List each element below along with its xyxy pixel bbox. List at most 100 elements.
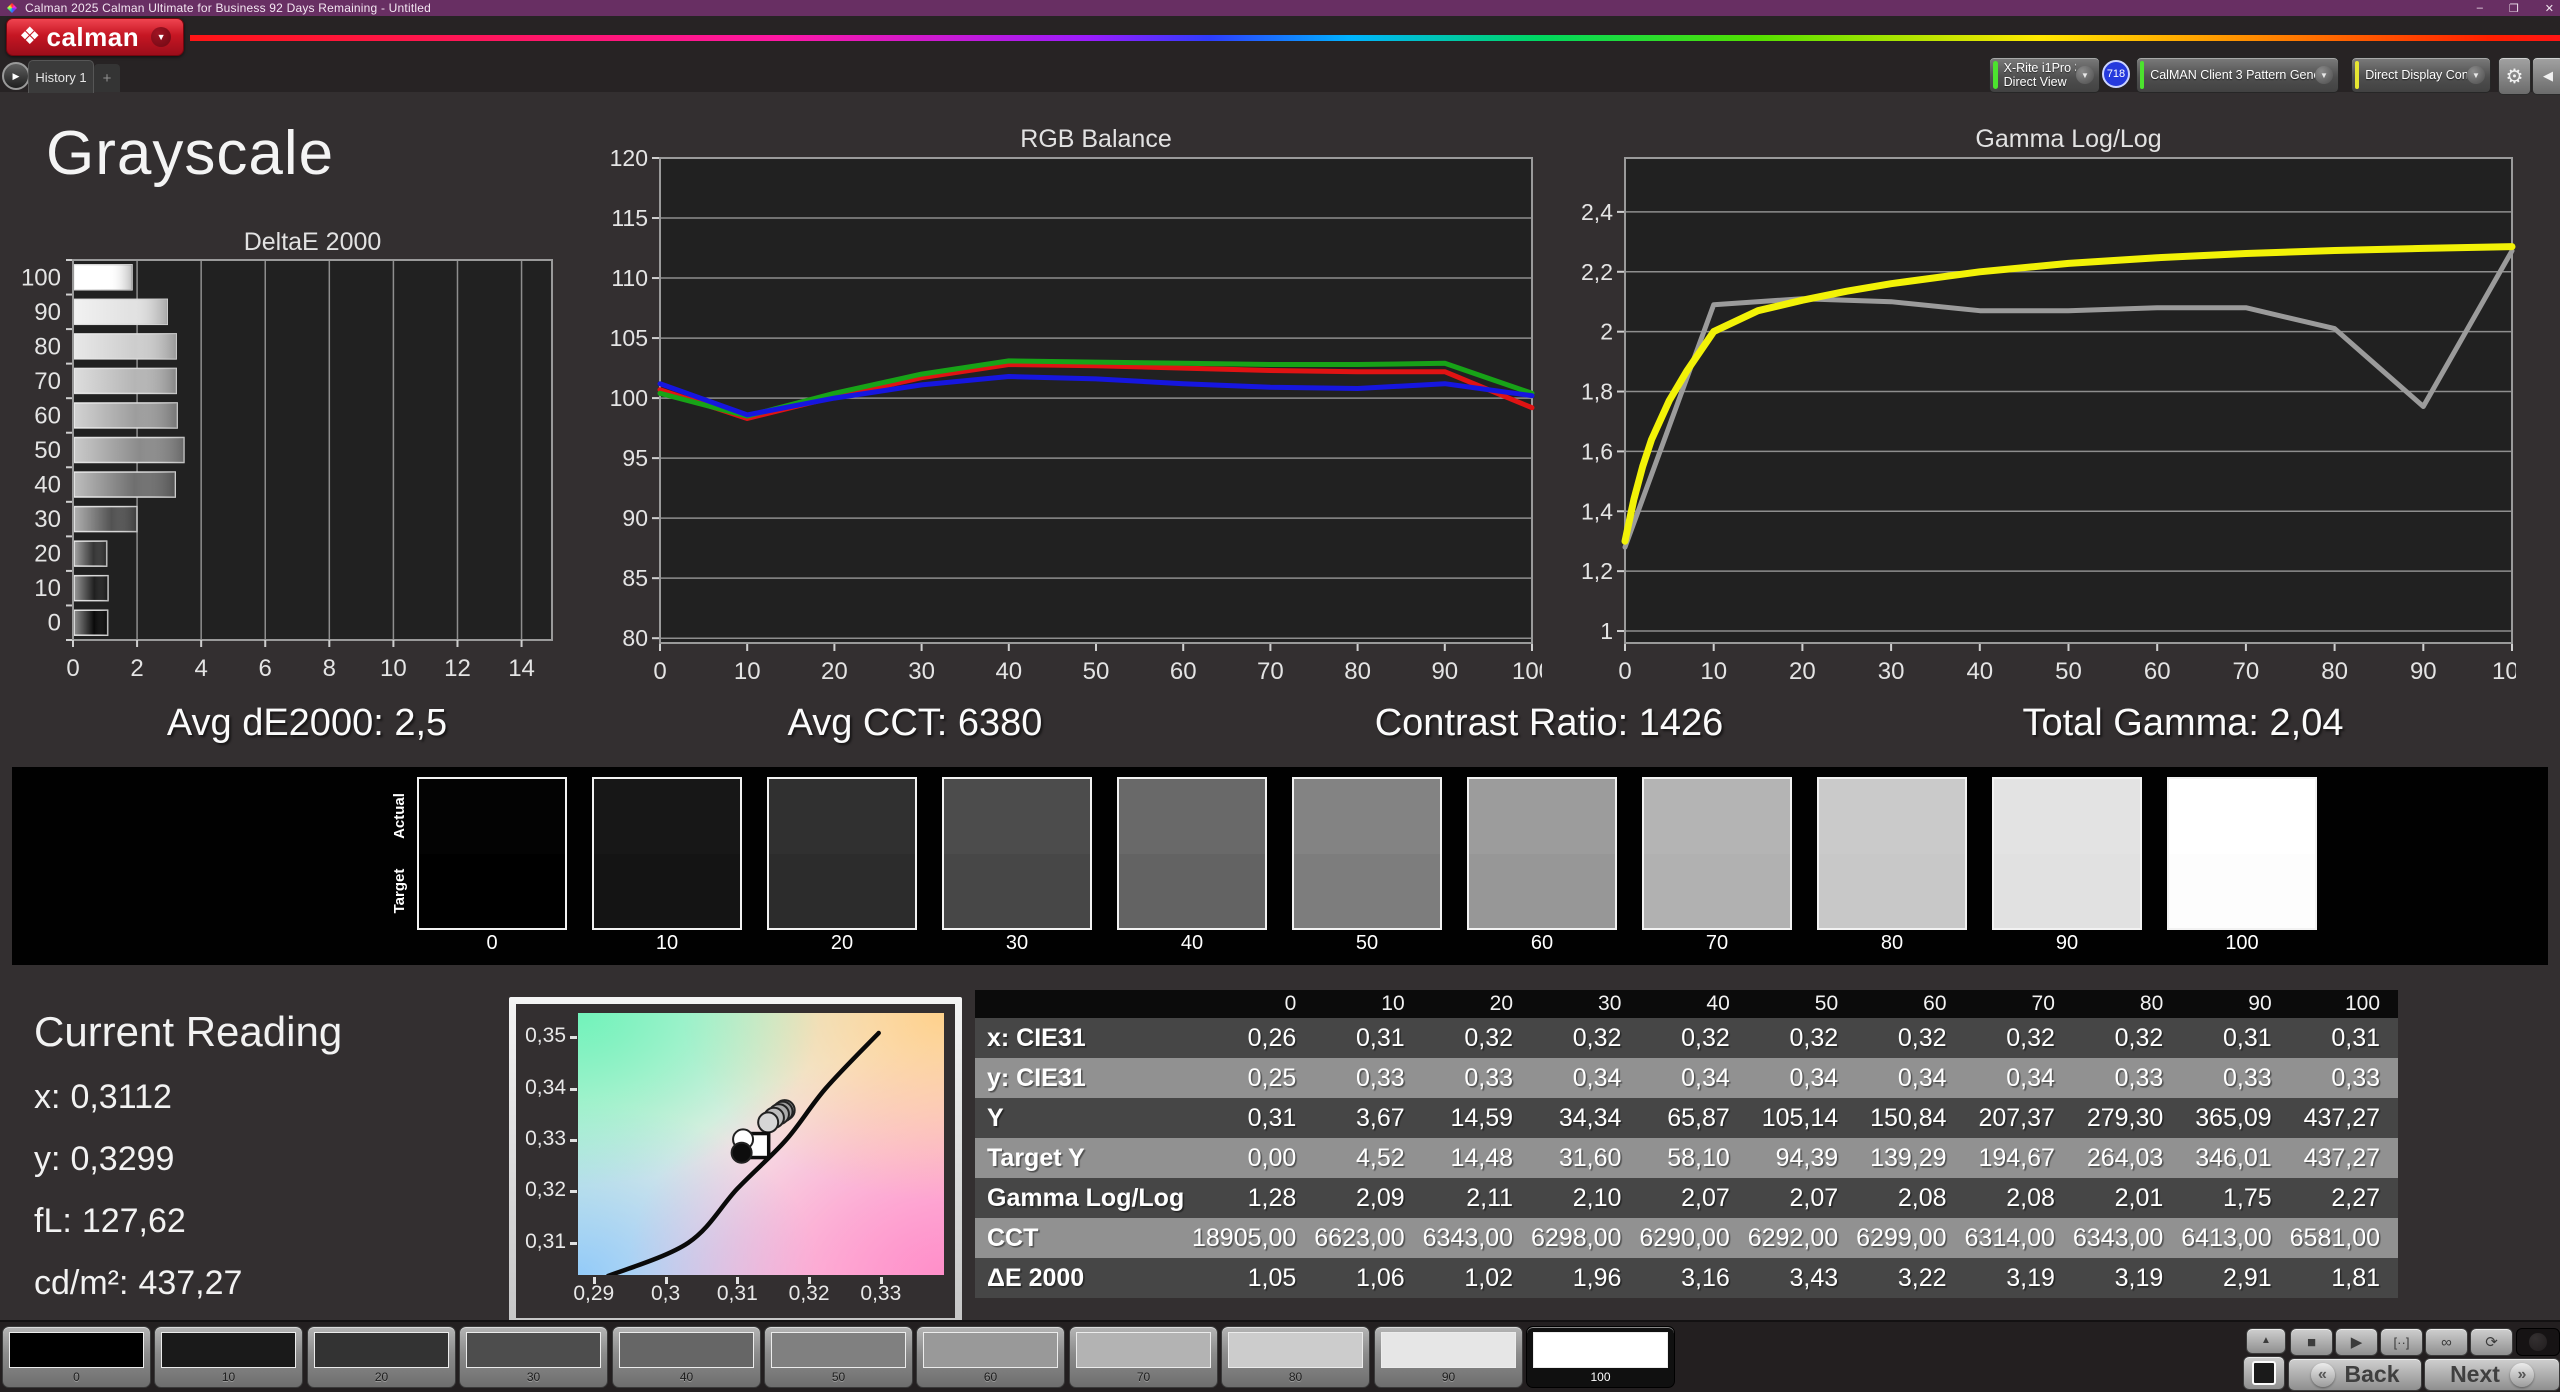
pattern-button-90[interactable]: 90 [1374, 1326, 1523, 1388]
swatch-level-label: 80 [1880, 932, 1904, 954]
table-cell: 0,32 [1897, 1023, 1947, 1052]
pattern-button-30[interactable]: 30 [459, 1326, 608, 1388]
display-control-dropdown[interactable]: Direct Display Control ▼ [2351, 57, 2491, 93]
chevron-down-icon[interactable]: ▼ [2467, 66, 2485, 84]
svg-text:30: 30 [908, 658, 935, 685]
pattern-button-60[interactable]: 60 [916, 1326, 1065, 1388]
meter-badge[interactable]: 718 [2102, 60, 2130, 88]
cie-x-tick-label: 0,3 [650, 1282, 681, 1305]
table-row: Target Y 0,00 4,52 14,48 31,60 58,10 94,39 139,… [975, 1138, 2399, 1178]
add-tab-button[interactable]: + [94, 64, 120, 92]
calman-menu-button[interactable]: ❖ calman ▼ [6, 18, 184, 56]
pattern-generator-dropdown[interactable]: CalMAN Client 3 Pattern Generator ▼ [2136, 57, 2339, 93]
table-cell: 14,48 [1450, 1143, 1514, 1172]
pattern-window-button[interactable] [2243, 1356, 2285, 1390]
table-cell: 0,34 [1789, 1063, 1839, 1092]
table-cell: 207,37 [1978, 1103, 2055, 1132]
table-cell: 0,00 [1247, 1143, 1297, 1172]
pattern-button-40[interactable]: 40 [612, 1326, 761, 1388]
pattern-swatch [619, 1332, 754, 1368]
table-row: y: CIE31 0,25 0,33 0,33 0,34 0,34 0,34 0,34 0,34… [975, 1058, 2399, 1098]
svg-text:10: 10 [1700, 658, 1727, 685]
svg-text:60: 60 [2144, 658, 2171, 685]
table-cell: 437,27 [2303, 1143, 2381, 1172]
table-cell: 0,31 [2222, 1023, 2272, 1052]
svg-text:40: 40 [1966, 658, 1993, 685]
range-button[interactable]: [··] [2380, 1328, 2423, 1356]
pattern-button-50[interactable]: 50 [764, 1326, 913, 1388]
minimize-button[interactable]: – [2477, 2, 2483, 14]
table-cell: 31,60 [1558, 1143, 1622, 1172]
generator-status-accent [2140, 61, 2145, 89]
pattern-button-20[interactable]: 20 [307, 1326, 456, 1388]
pattern-bottom-bar: ▲ ■ ▶ [··] ∞ ⟳ « Back Next » 0 10 20 30 40 50… [0, 1320, 2560, 1392]
table-column-header: 70 [1964, 990, 2073, 1018]
svg-text:20: 20 [1789, 658, 1816, 685]
swatch-actual [1119, 779, 1265, 854]
pattern-button-10[interactable]: 10 [154, 1326, 303, 1388]
svg-text:120: 120 [610, 145, 648, 171]
pattern-level-label: 30 [526, 1370, 541, 1384]
pattern-button-0[interactable]: 0 [2, 1326, 151, 1388]
record-button[interactable] [2516, 1328, 2560, 1356]
panel-up-button[interactable]: ▲ [2246, 1328, 2286, 1354]
maximize-button[interactable]: ❐ [2509, 2, 2519, 15]
table-row-label: ΔE 2000 [987, 1263, 1085, 1292]
table-cell: 6299,00 [1856, 1223, 1947, 1252]
settings-button[interactable]: ⚙ [2498, 57, 2531, 95]
back-button[interactable]: « Back [2288, 1358, 2422, 1391]
table-cell: 0,32 [2114, 1023, 2164, 1052]
svg-text:20: 20 [34, 541, 61, 568]
collapse-panel-button[interactable]: ◀ [2532, 57, 2560, 95]
table-cell: 0,34 [1572, 1063, 1622, 1092]
window-square-icon [2252, 1361, 2276, 1385]
swatch-level-label: 40 [1180, 932, 1204, 954]
pattern-swatch [9, 1332, 144, 1368]
stop-button[interactable]: ■ [2290, 1328, 2333, 1356]
svg-text:4: 4 [194, 655, 207, 680]
table-cell: 1,96 [1572, 1263, 1622, 1292]
table-column-header: 10 [1314, 990, 1423, 1018]
cie-x-tick [664, 1277, 668, 1284]
table-column-header: 60 [1856, 990, 1965, 1018]
close-button[interactable]: ✕ [2545, 2, 2554, 15]
table-cell: 3,67 [1355, 1103, 1405, 1132]
pattern-swatch [1381, 1332, 1516, 1368]
pattern-button-100[interactable]: 100 [1526, 1326, 1675, 1388]
chevron-down-icon[interactable]: ▼ [151, 27, 172, 47]
pattern-level-label: 80 [1288, 1370, 1303, 1384]
refresh-button[interactable]: ⟳ [2470, 1328, 2513, 1356]
table-cell: 105,14 [1761, 1103, 1839, 1132]
grayscale-swatch-90 [1992, 777, 2142, 930]
svg-text:2,2: 2,2 [1581, 259, 1613, 285]
svg-text:70: 70 [1257, 658, 1284, 685]
reading-cdm2: cd/m²: 437,27 [34, 1264, 243, 1302]
table-cell: 346,01 [2195, 1143, 2272, 1172]
table-cell: 0,33 [2222, 1063, 2272, 1092]
pattern-button-70[interactable]: 70 [1069, 1326, 1218, 1388]
pattern-swatch [923, 1332, 1058, 1368]
swatch-level-label: 20 [830, 932, 854, 954]
tab-history-1[interactable]: History 1 [28, 60, 94, 93]
layout-nav-button[interactable]: ▶ [2, 62, 30, 90]
pattern-button-80[interactable]: 80 [1221, 1326, 1370, 1388]
table-cell: 0,33 [2114, 1063, 2164, 1092]
svg-text:2,4: 2,4 [1581, 199, 1613, 225]
table-cell: 34,34 [1558, 1103, 1622, 1132]
table-cell: 6343,00 [1422, 1223, 1514, 1252]
loop-button[interactable]: ∞ [2425, 1328, 2468, 1356]
table-row-label: y: CIE31 [987, 1063, 1086, 1092]
grayscale-swatch-100 [2167, 777, 2317, 930]
next-button[interactable]: Next » [2424, 1358, 2560, 1391]
cie-plot-area [578, 1013, 944, 1275]
table-row-label: Y [987, 1103, 1004, 1132]
gamma-log-log-chart: 1 1,2 1,4 1,6 1,8 2 2,2 2,4 0 10 20 30 40 50 60 70 80 90 1… [1581, 157, 2516, 685]
play-button[interactable]: ▶ [2335, 1328, 2378, 1356]
svg-text:12: 12 [444, 655, 471, 680]
meter-dropdown[interactable]: X-Rite i1Pro 3 Direct View ▼ [1989, 57, 2100, 93]
refresh-icon: ⟳ [2485, 1333, 2498, 1351]
table-cell: 2,27 [2331, 1183, 2381, 1212]
chevron-down-icon[interactable]: ▼ [2076, 66, 2094, 84]
table-cell: 139,29 [1870, 1143, 1947, 1172]
chevron-down-icon[interactable]: ▼ [2315, 66, 2333, 84]
